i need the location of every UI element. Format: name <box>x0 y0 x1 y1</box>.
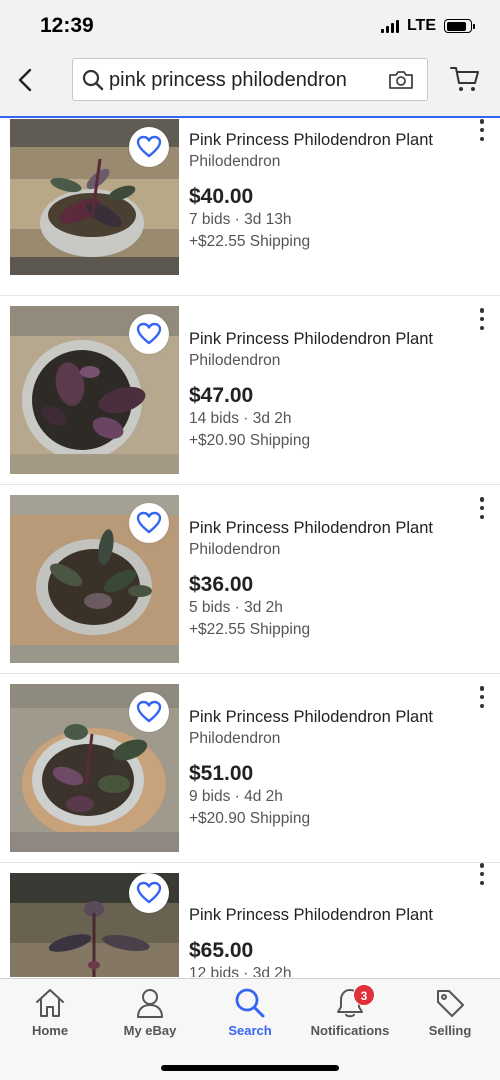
listing-title[interactable]: Pink Princess Philodendron Plant <box>189 708 433 727</box>
listing-bids-time: 9 bids · 4d 2h <box>189 788 283 805</box>
listing-price: $47.00 <box>189 384 254 407</box>
status-bar: 12:39 LTE <box>0 0 500 50</box>
status-time: 12:39 <box>40 14 94 37</box>
camera-icon[interactable] <box>388 69 414 91</box>
listing-shipping: +$20.90 Shipping <box>189 432 311 449</box>
signal-icon <box>380 19 399 33</box>
tab-notifications[interactable]: 3 Notifications <box>300 984 400 1039</box>
listing-bids-time: 5 bids · 3d 2h <box>189 599 283 616</box>
tab-search[interactable]: Search <box>200 987 300 1039</box>
tab-selling[interactable]: Selling <box>400 987 500 1039</box>
listing-bids-time: 14 bids · 3d 2h <box>189 410 292 427</box>
listing-item[interactable]: Pink Princess Philodendron Plant Philode… <box>0 296 500 485</box>
watch-button[interactable] <box>129 873 169 913</box>
search-icon <box>235 988 265 1018</box>
tab-my-ebay-label: My eBay <box>123 1023 177 1038</box>
listing-item[interactable]: Pink Princess Philodendron Plant Philode… <box>0 119 500 296</box>
network-type: LTE <box>406 17 436 34</box>
more-options-icon[interactable] <box>476 119 488 141</box>
status-indicators: LTE <box>380 17 475 35</box>
tab-selling-label: Selling <box>428 1023 472 1038</box>
chevron-left-icon <box>18 68 32 92</box>
listing-item[interactable]: Pink Princess Philodendron Plant $65.00 … <box>0 863 500 977</box>
tab-home[interactable]: Home <box>0 987 100 1039</box>
more-options-icon[interactable] <box>476 863 488 885</box>
listing-price: $65.00 <box>189 939 254 962</box>
listing-title[interactable]: Pink Princess Philodendron Plant <box>189 330 433 349</box>
listing-subtitle: Philodendron <box>189 541 281 558</box>
listing-shipping: +$20.90 Shipping <box>189 810 311 827</box>
watch-button[interactable] <box>129 692 169 732</box>
tab-search-label: Search <box>228 1023 272 1038</box>
cart-icon[interactable] <box>450 64 480 94</box>
heart-icon <box>136 700 162 723</box>
search-icon <box>82 69 104 91</box>
listing-title[interactable]: Pink Princess Philodendron Plant <box>189 131 433 150</box>
watch-button[interactable] <box>129 503 169 543</box>
listing-subtitle: Philodendron <box>189 153 281 170</box>
search-input[interactable]: pink princess philodendron <box>72 58 428 101</box>
search-results-list: Pink Princess Philodendron Plant Philode… <box>0 119 500 977</box>
listing-title[interactable]: Pink Princess Philodendron Plant <box>189 906 433 925</box>
listing-item[interactable]: Pink Princess Philodendron Plant Philode… <box>0 485 500 674</box>
listing-bids-time: 7 bids · 3d 13h <box>189 211 292 228</box>
back-button[interactable] <box>14 66 38 94</box>
listing-price: $36.00 <box>189 573 254 596</box>
heart-icon <box>136 322 162 345</box>
battery-icon <box>444 19 475 33</box>
notifications-badge: 3 <box>353 984 375 1006</box>
listing-price: $51.00 <box>189 762 254 785</box>
watch-button[interactable] <box>129 127 169 167</box>
tab-home-label: Home <box>31 1023 69 1038</box>
heart-icon <box>136 135 162 158</box>
listing-item[interactable]: Pink Princess Philodendron Plant Philode… <box>0 674 500 863</box>
search-query[interactable]: pink princess philodendron <box>109 69 347 92</box>
listing-subtitle: Philodendron <box>189 730 281 747</box>
tab-my-ebay[interactable]: My eBay <box>100 987 200 1039</box>
listing-title[interactable]: Pink Princess Philodendron Plant <box>189 519 433 538</box>
more-options-icon[interactable] <box>476 497 488 519</box>
heart-icon <box>136 511 162 534</box>
search-header: pink princess philodendron <box>0 50 500 118</box>
tag-icon <box>437 990 464 1017</box>
listing-subtitle: Philodendron <box>189 352 281 369</box>
user-icon <box>137 989 163 1018</box>
more-options-icon[interactable] <box>476 686 488 708</box>
home-indicator[interactable] <box>161 1065 339 1071</box>
home-icon <box>36 989 64 1017</box>
listing-price: $40.00 <box>189 185 254 208</box>
listing-shipping: +$22.55 Shipping <box>189 233 311 250</box>
more-options-icon[interactable] <box>476 308 488 330</box>
listing-bids-time: 12 bids · 3d 2h <box>189 965 292 977</box>
watch-button[interactable] <box>129 314 169 354</box>
heart-icon <box>136 881 162 904</box>
listing-shipping: +$22.55 Shipping <box>189 621 311 638</box>
tab-notifications-label: Notifications <box>310 1023 390 1038</box>
